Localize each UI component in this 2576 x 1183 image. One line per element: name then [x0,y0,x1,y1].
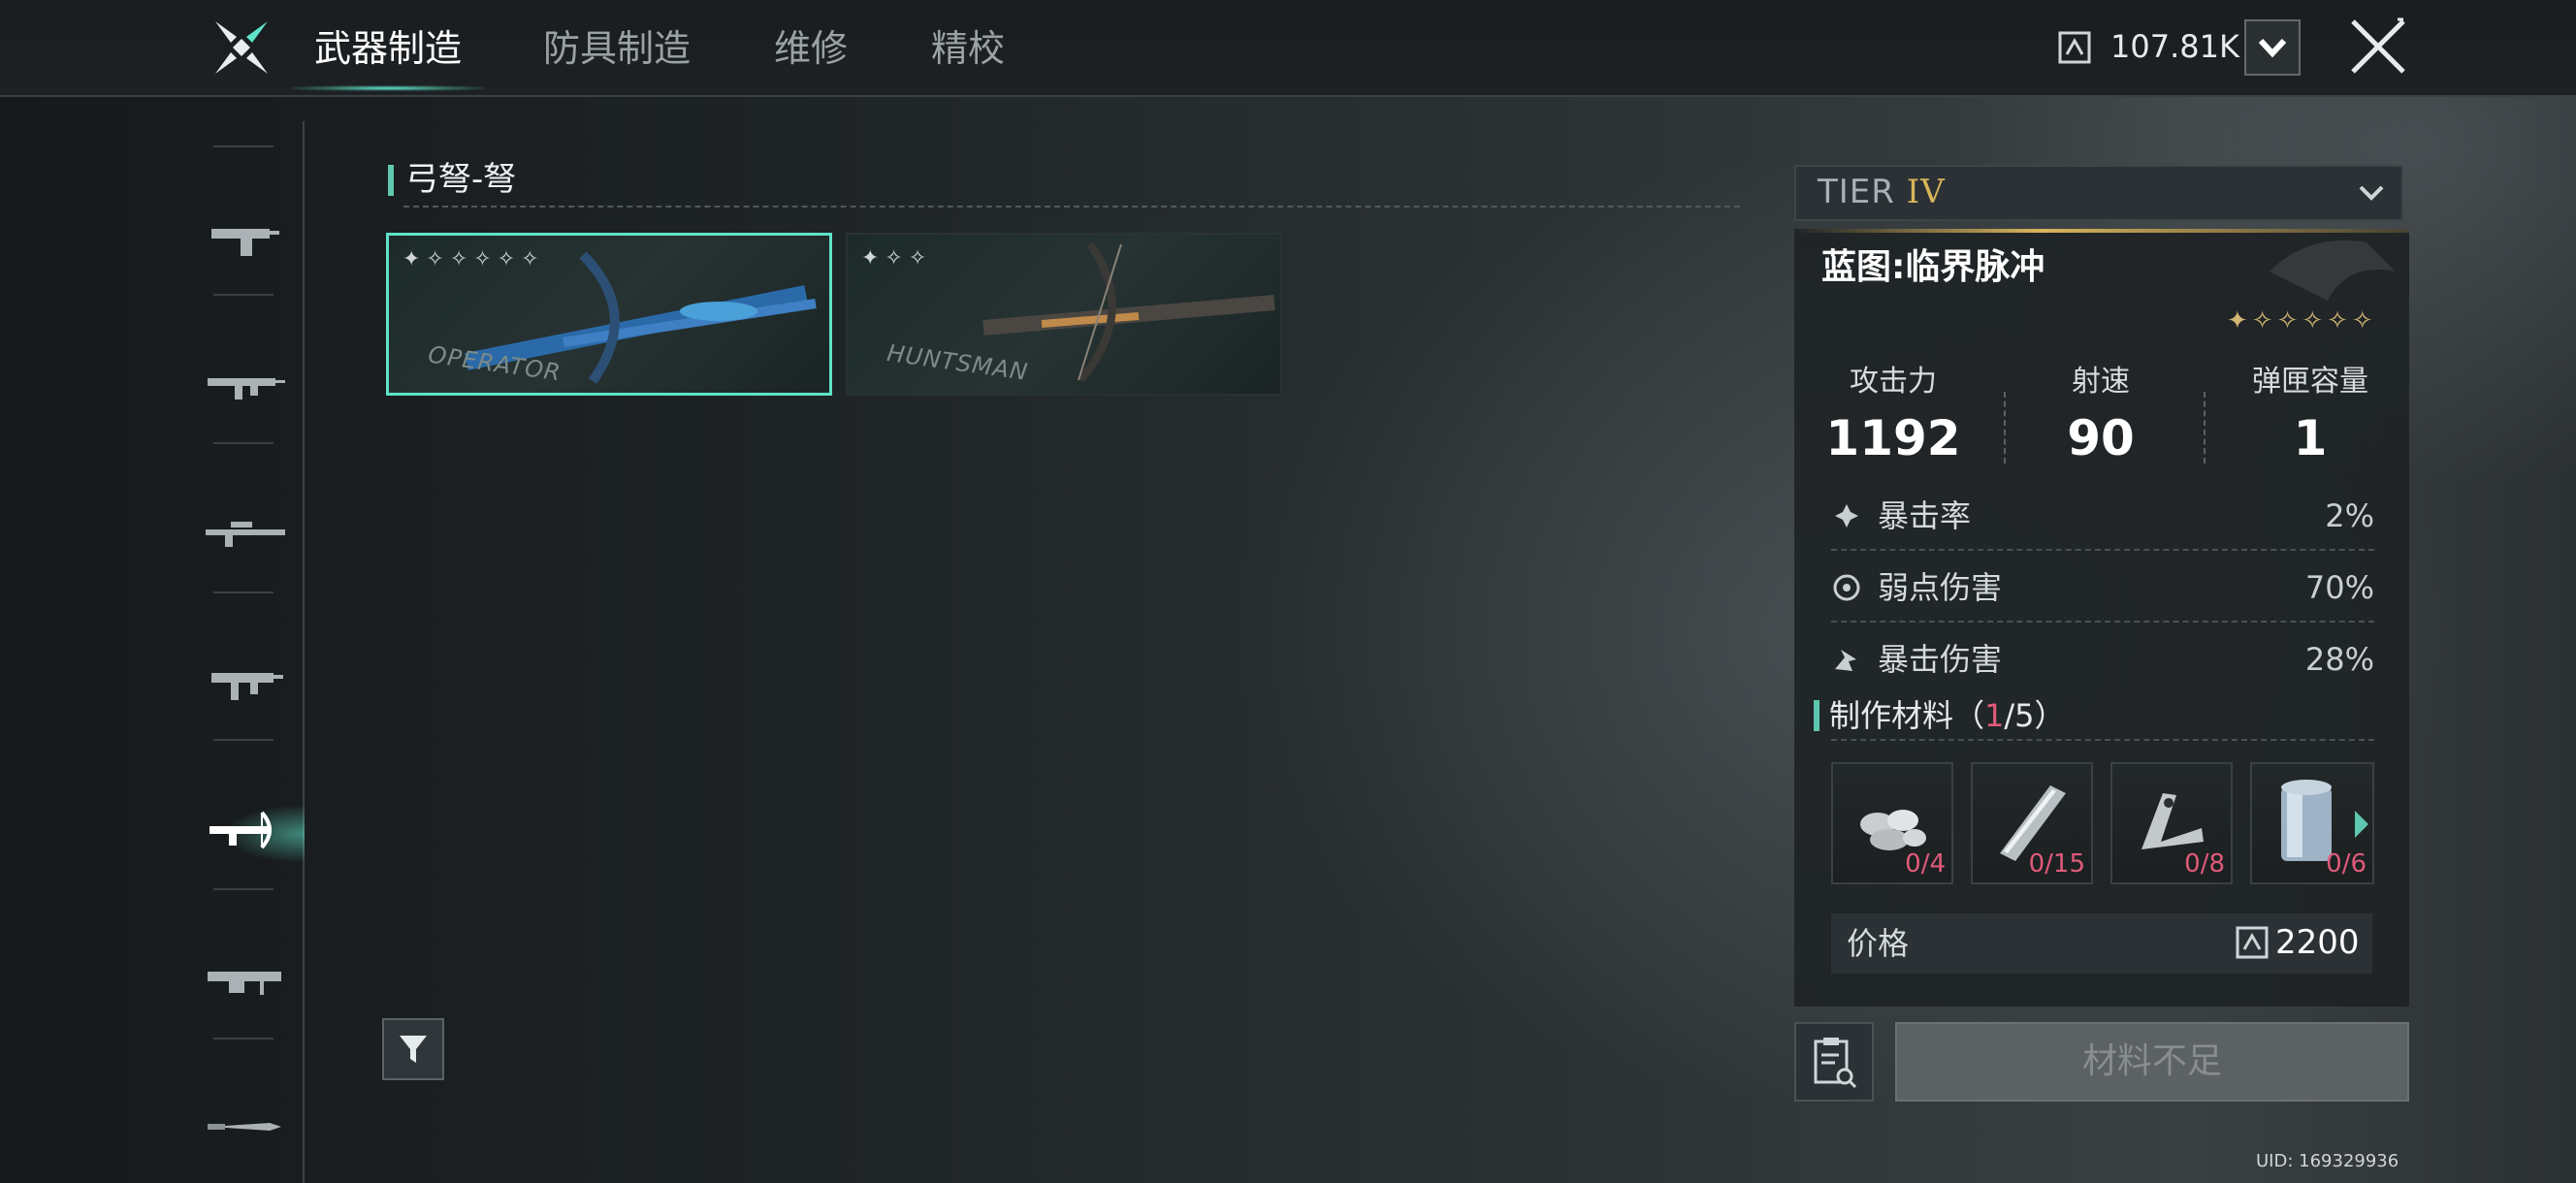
material-slot-steel-bar[interactable]: 0/15 [1971,762,2093,884]
category-separator [213,442,274,444]
pistol-icon[interactable] [202,208,289,266]
tier-text: TIER [1818,173,1895,211]
card-rarity-stars: ✦✧✧✧✧✧ [402,247,545,272]
currency-dropdown-button[interactable] [2244,19,2301,76]
machine-gun-icon[interactable] [202,950,289,1008]
weapon-card-huntsman[interactable]: ✦✧✧ HUNTSMAN [846,233,1282,396]
filter-button[interactable] [382,1018,444,1080]
sub-stat-label: 暴击伤害 [1878,641,2003,678]
stat-separator [2204,392,2206,464]
sub-stat-crit-rate: 暴击率 2% [1831,483,2374,553]
sub-stat-crit-damage: 暴击伤害 28% [1831,626,2374,696]
material-count: 0/6 [2326,849,2367,879]
price-label: 价格 [1847,925,1910,962]
tab-repair[interactable]: 维修 [774,21,848,80]
currency-icon [2236,926,2269,959]
materials-current: 1 [1984,697,2005,734]
materials-title-bar [1814,700,1819,731]
material-count: 0/15 [2028,849,2085,879]
chevron-down-icon [2258,38,2287,58]
sidebar-divider [303,121,305,1183]
close-icon[interactable] [2347,16,2409,78]
stat-fire-rate-value: 90 [2067,410,2135,466]
sub-stat-separator [1831,621,2374,623]
tab-calibration[interactable]: 精校 [931,21,1005,80]
card-rarity-stars: ✦✧✧ [861,246,933,271]
weapon-card-operator[interactable]: ✦✧✧✧✧✧ OPERATOR [386,233,832,396]
price-value: 2200 [2275,923,2360,962]
category-separator [213,888,274,890]
stat-separator [2004,392,2006,464]
active-tab-indicator [291,85,485,91]
currency-icon [2058,31,2091,64]
sub-stat-value: 2% [2325,497,2374,534]
category-title-underline [403,206,1740,208]
materials-title: 制作材料（1/5） [1829,694,2066,737]
stat-fire-rate-label: 射速 [2072,365,2130,399]
crossbow-icon[interactable] [202,801,289,859]
stat-attack-label: 攻击力 [1850,365,1937,399]
blueprint-rarity-stars: ✦✧✧✧✧✧ [2227,306,2377,336]
assault-rifle-icon[interactable] [202,355,289,413]
filter-icon [400,1036,427,1063]
sub-stat-value: 70% [2304,569,2374,606]
weakpoint-icon [1833,574,1860,601]
stat-magazine-label: 弹匣容量 [2252,365,2368,399]
category-title: 弓弩-弩 [405,160,517,199]
materials-title-text: 制作材料（ [1829,697,1985,734]
chevron-right-icon[interactable] [2351,807,2372,842]
crit-damage-icon [1835,650,1856,671]
blueprint-details-button[interactable] [1794,1022,1874,1102]
tab-armor-crafting[interactable]: 防具制造 [543,21,691,80]
sub-stat-value: 28% [2304,641,2374,678]
category-separator [213,294,274,296]
faction-emblem-icon [2270,240,2396,301]
materials-underline [1831,739,2374,741]
sub-stat-separator [1831,549,2374,551]
material-slot-pebbles[interactable]: 0/4 [1831,762,1953,884]
blueprint-name: 蓝图:临界脉冲 [1821,247,2045,287]
clipboard-search-icon [1814,1038,1857,1089]
tier-label: TIER IV [1818,171,1946,213]
stat-magazine-value: 1 [2293,410,2328,466]
material-count: 0/8 [2184,849,2225,879]
game-logo-icon [215,21,268,74]
category-title-bar [388,165,394,196]
category-separator [213,1038,274,1039]
user-id: UID: 169329936 [2256,1151,2399,1171]
material-slot-metal-bracket[interactable]: 0/8 [2110,762,2233,884]
crit-rate-icon [1835,504,1858,528]
sniper-rifle-icon[interactable] [202,504,289,562]
melee-knife-icon[interactable] [202,1098,289,1156]
category-separator [213,592,274,593]
stat-attack-value: 1192 [1825,410,1961,466]
material-count: 0/4 [1905,849,1946,879]
chevron-down-icon[interactable] [2355,176,2388,209]
category-separator [213,145,274,147]
materials-total: /5） [2004,697,2066,734]
craft-button[interactable]: 材料不足 [1895,1022,2409,1102]
sub-stat-weakpoint-damage: 弱点伤害 70% [1831,555,2374,624]
smg-icon[interactable] [202,652,289,710]
currency-amount: 107.81K [2110,28,2239,65]
sub-stat-label: 暴击率 [1878,497,1972,534]
tier-number: IV [1906,173,1946,211]
sub-stat-label: 弱点伤害 [1878,569,2003,606]
category-separator [213,739,274,741]
tab-weapon-crafting[interactable]: 武器制造 [314,21,462,80]
